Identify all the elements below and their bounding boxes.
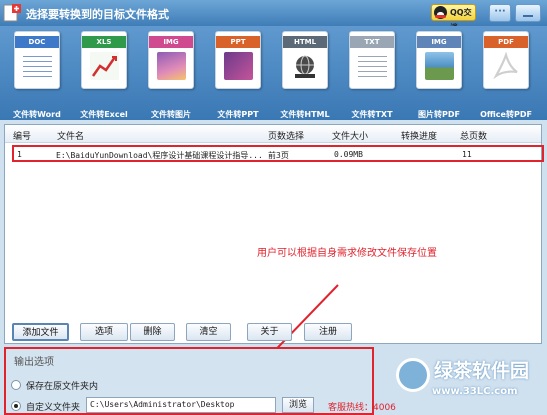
output-options-panel: 输出选项 保存在原文件夹内 自定义文件夹 C:\Users\Administra… (4, 347, 396, 415)
add-file-button[interactable]: 添加文件 (12, 323, 69, 341)
watermark: 绿茶软件园 www.33LC.com (396, 352, 543, 414)
watermark-text: 绿茶软件园 (434, 360, 530, 382)
watermark-logo-icon (396, 358, 430, 392)
clear-button[interactable]: 清空 (186, 323, 231, 341)
options-button[interactable]: 选项 (80, 323, 128, 341)
radio-same-folder[interactable] (11, 380, 21, 390)
browse-button[interactable]: 浏览 (282, 397, 314, 413)
delete-button[interactable]: 删除 (130, 323, 175, 341)
watermark-url: www.33LC.com (432, 386, 518, 397)
button-bar: 添加文件 选项 删除 清空 关于 注册 (0, 320, 547, 350)
output-path-field[interactable]: C:\Users\Administrator\Desktop (86, 397, 276, 413)
option-same-folder-label: 保存在原文件夹内 (26, 382, 99, 392)
about-button[interactable]: 关于 (247, 323, 292, 341)
service-hotline: 客服热线：4006 (328, 403, 396, 413)
register-button[interactable]: 注册 (304, 323, 352, 341)
radio-custom-folder[interactable] (11, 401, 21, 411)
option-custom-folder-label: 自定义文件夹 (26, 403, 81, 413)
output-options-title: 输出选项 (14, 357, 54, 368)
